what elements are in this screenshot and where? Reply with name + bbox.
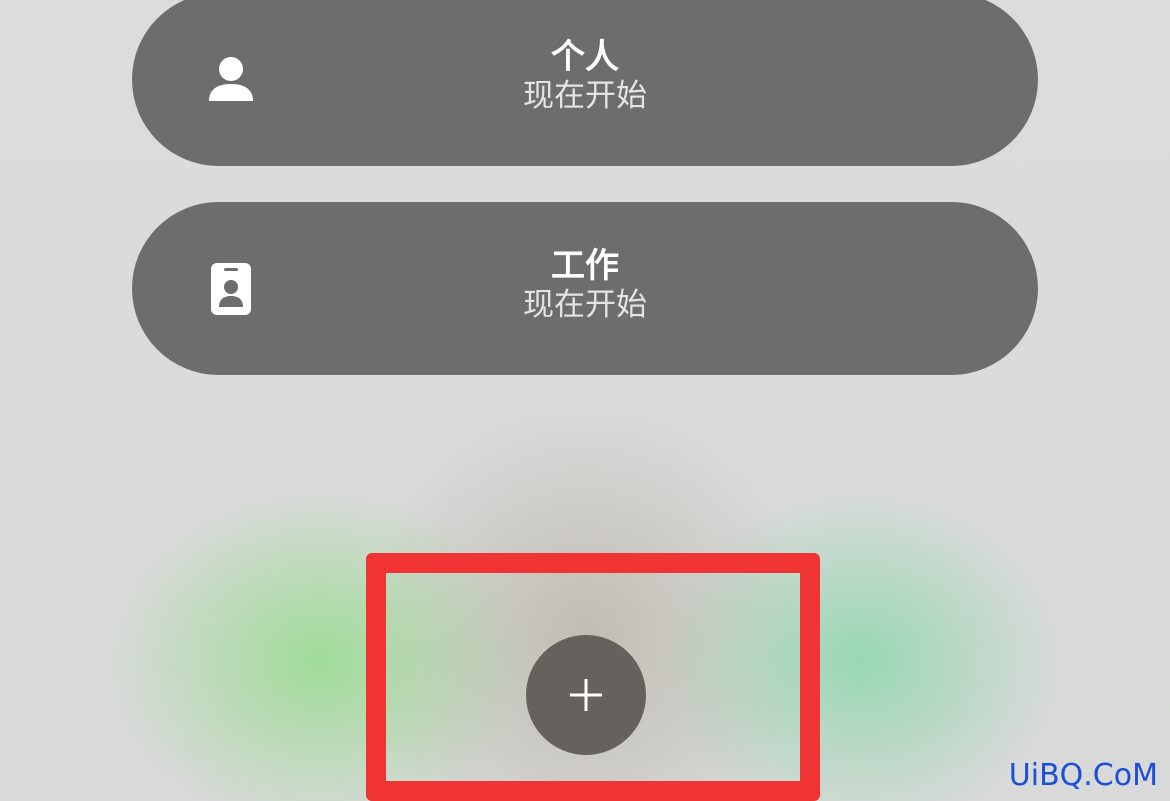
focus-personal-button[interactable]: 个人 现在开始 xyxy=(132,0,1038,166)
focus-work-title: 工作 xyxy=(551,246,619,286)
watermark-text: UiBQ.CoM xyxy=(1008,758,1158,793)
focus-personal-subtitle: 现在开始 xyxy=(523,78,647,114)
highlight-annotation-box xyxy=(366,553,820,801)
focus-personal-title: 个人 xyxy=(551,37,619,77)
focus-work-button[interactable]: 工作 现在开始 xyxy=(132,202,1038,375)
focus-work-subtitle: 现在开始 xyxy=(523,287,647,323)
